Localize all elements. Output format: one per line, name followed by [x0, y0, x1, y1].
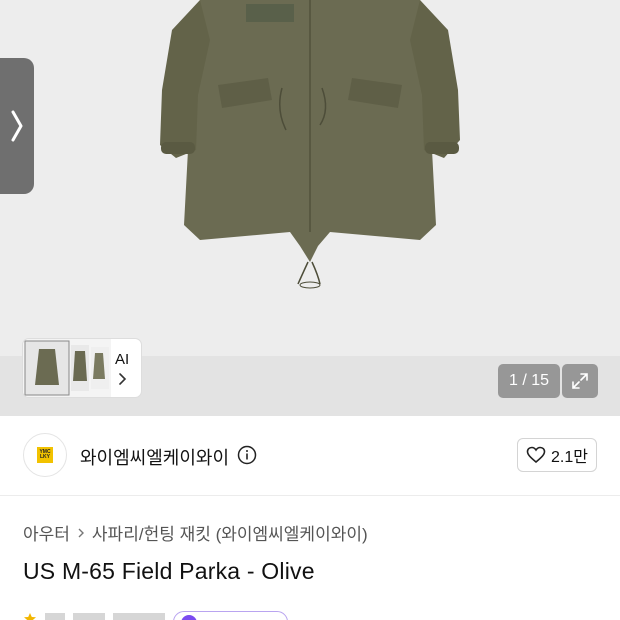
- like-count: 2.1만: [551, 449, 588, 466]
- brand-logo[interactable]: YMC LKY: [23, 433, 67, 477]
- gallery-prev-tab[interactable]: [0, 58, 34, 194]
- brand-name-link[interactable]: 와이엠씨엘케이와이: [80, 444, 229, 470]
- expand-icon: [572, 373, 588, 389]
- rating-text-peek: [45, 613, 165, 620]
- like-button[interactable]: 2.1만: [517, 438, 597, 472]
- heart-icon: [526, 446, 546, 464]
- expand-button[interactable]: [562, 364, 598, 398]
- chevron-right-icon: [11, 110, 23, 142]
- rating-row-peek: [23, 609, 323, 620]
- breadcrumb: 아우터 사파리/헌팅 재킷 (와이엠씨엘케이와이): [23, 520, 368, 545]
- product-main-image[interactable]: [0, 0, 620, 356]
- chevron-right-icon: [119, 373, 127, 385]
- breadcrumb-subcategory[interactable]: 사파리/헌팅 재킷 (와이엠씨엘케이와이): [92, 520, 368, 545]
- page-counter: 1 / 15: [498, 364, 560, 398]
- thumbnail-images[interactable]: [23, 339, 111, 397]
- brand-logo-mark: YMC LKY: [37, 447, 53, 463]
- star-icon: [24, 613, 36, 620]
- ai-thumbnail-strip[interactable]: AI: [23, 339, 141, 397]
- breadcrumb-category[interactable]: 아우터: [23, 520, 70, 545]
- chevron-right-icon: [78, 528, 84, 537]
- ai-label: AI: [115, 351, 130, 368]
- product-title: US M-65 Field Parka - Olive: [23, 558, 315, 584]
- brand-row: YMC LKY 와이엠씨엘케이와이 2.1만: [0, 416, 620, 496]
- info-icon[interactable]: [237, 445, 257, 465]
